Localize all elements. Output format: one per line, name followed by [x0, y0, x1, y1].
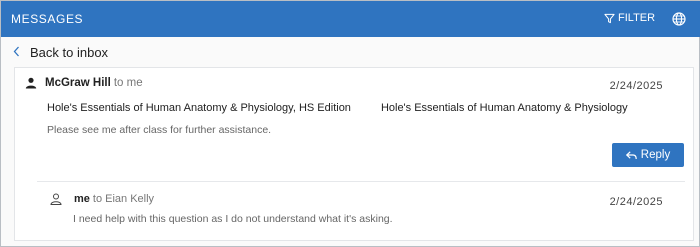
- message-body: I need help with this question as I do n…: [73, 213, 393, 225]
- messages-window: MESSAGES FILTER Back to inbox McGraw Hil…: [0, 0, 700, 247]
- person-outline-icon: [50, 193, 62, 205]
- sender-name: me: [74, 193, 90, 205]
- message-date: 2/24/2025: [609, 196, 663, 208]
- filter-button[interactable]: FILTER: [604, 12, 655, 24]
- book-title: Hole's Essentials of Human Anatomy & Phy…: [47, 102, 351, 114]
- globe-icon[interactable]: [672, 12, 686, 26]
- reply-button[interactable]: Reply: [612, 143, 684, 167]
- person-icon: [25, 77, 37, 89]
- filter-label: FILTER: [618, 12, 656, 24]
- message-header: me to Eian Kelly: [50, 193, 154, 205]
- message-thread-card: McGraw Hill to me 2/24/2025 Hole's Essen…: [14, 67, 694, 241]
- recipient-text: to Eian Kelly: [92, 193, 155, 205]
- header-bar: MESSAGES FILTER: [1, 1, 700, 37]
- recipient-text: to me: [113, 77, 143, 89]
- sender-name: McGraw Hill: [45, 77, 111, 89]
- message-header: McGraw Hill to me: [25, 77, 143, 89]
- book-title: Hole's Essentials of Human Anatomy & Phy…: [380, 102, 628, 114]
- reply-icon: [625, 150, 637, 159]
- message-body: Please see me after class for further as…: [47, 124, 272, 136]
- page-title: MESSAGES: [11, 12, 84, 26]
- book-list: Hole's Essentials of Human Anatomy & Phy…: [47, 102, 628, 114]
- back-to-inbox-link[interactable]: Back to inbox: [13, 45, 108, 60]
- back-to-inbox-label: Back to inbox: [30, 45, 109, 60]
- filter-icon: [604, 13, 615, 23]
- reply-label: Reply: [640, 149, 671, 161]
- chevron-left-icon: [13, 46, 20, 60]
- message-date: 2/24/2025: [609, 80, 663, 92]
- divider: [37, 181, 685, 182]
